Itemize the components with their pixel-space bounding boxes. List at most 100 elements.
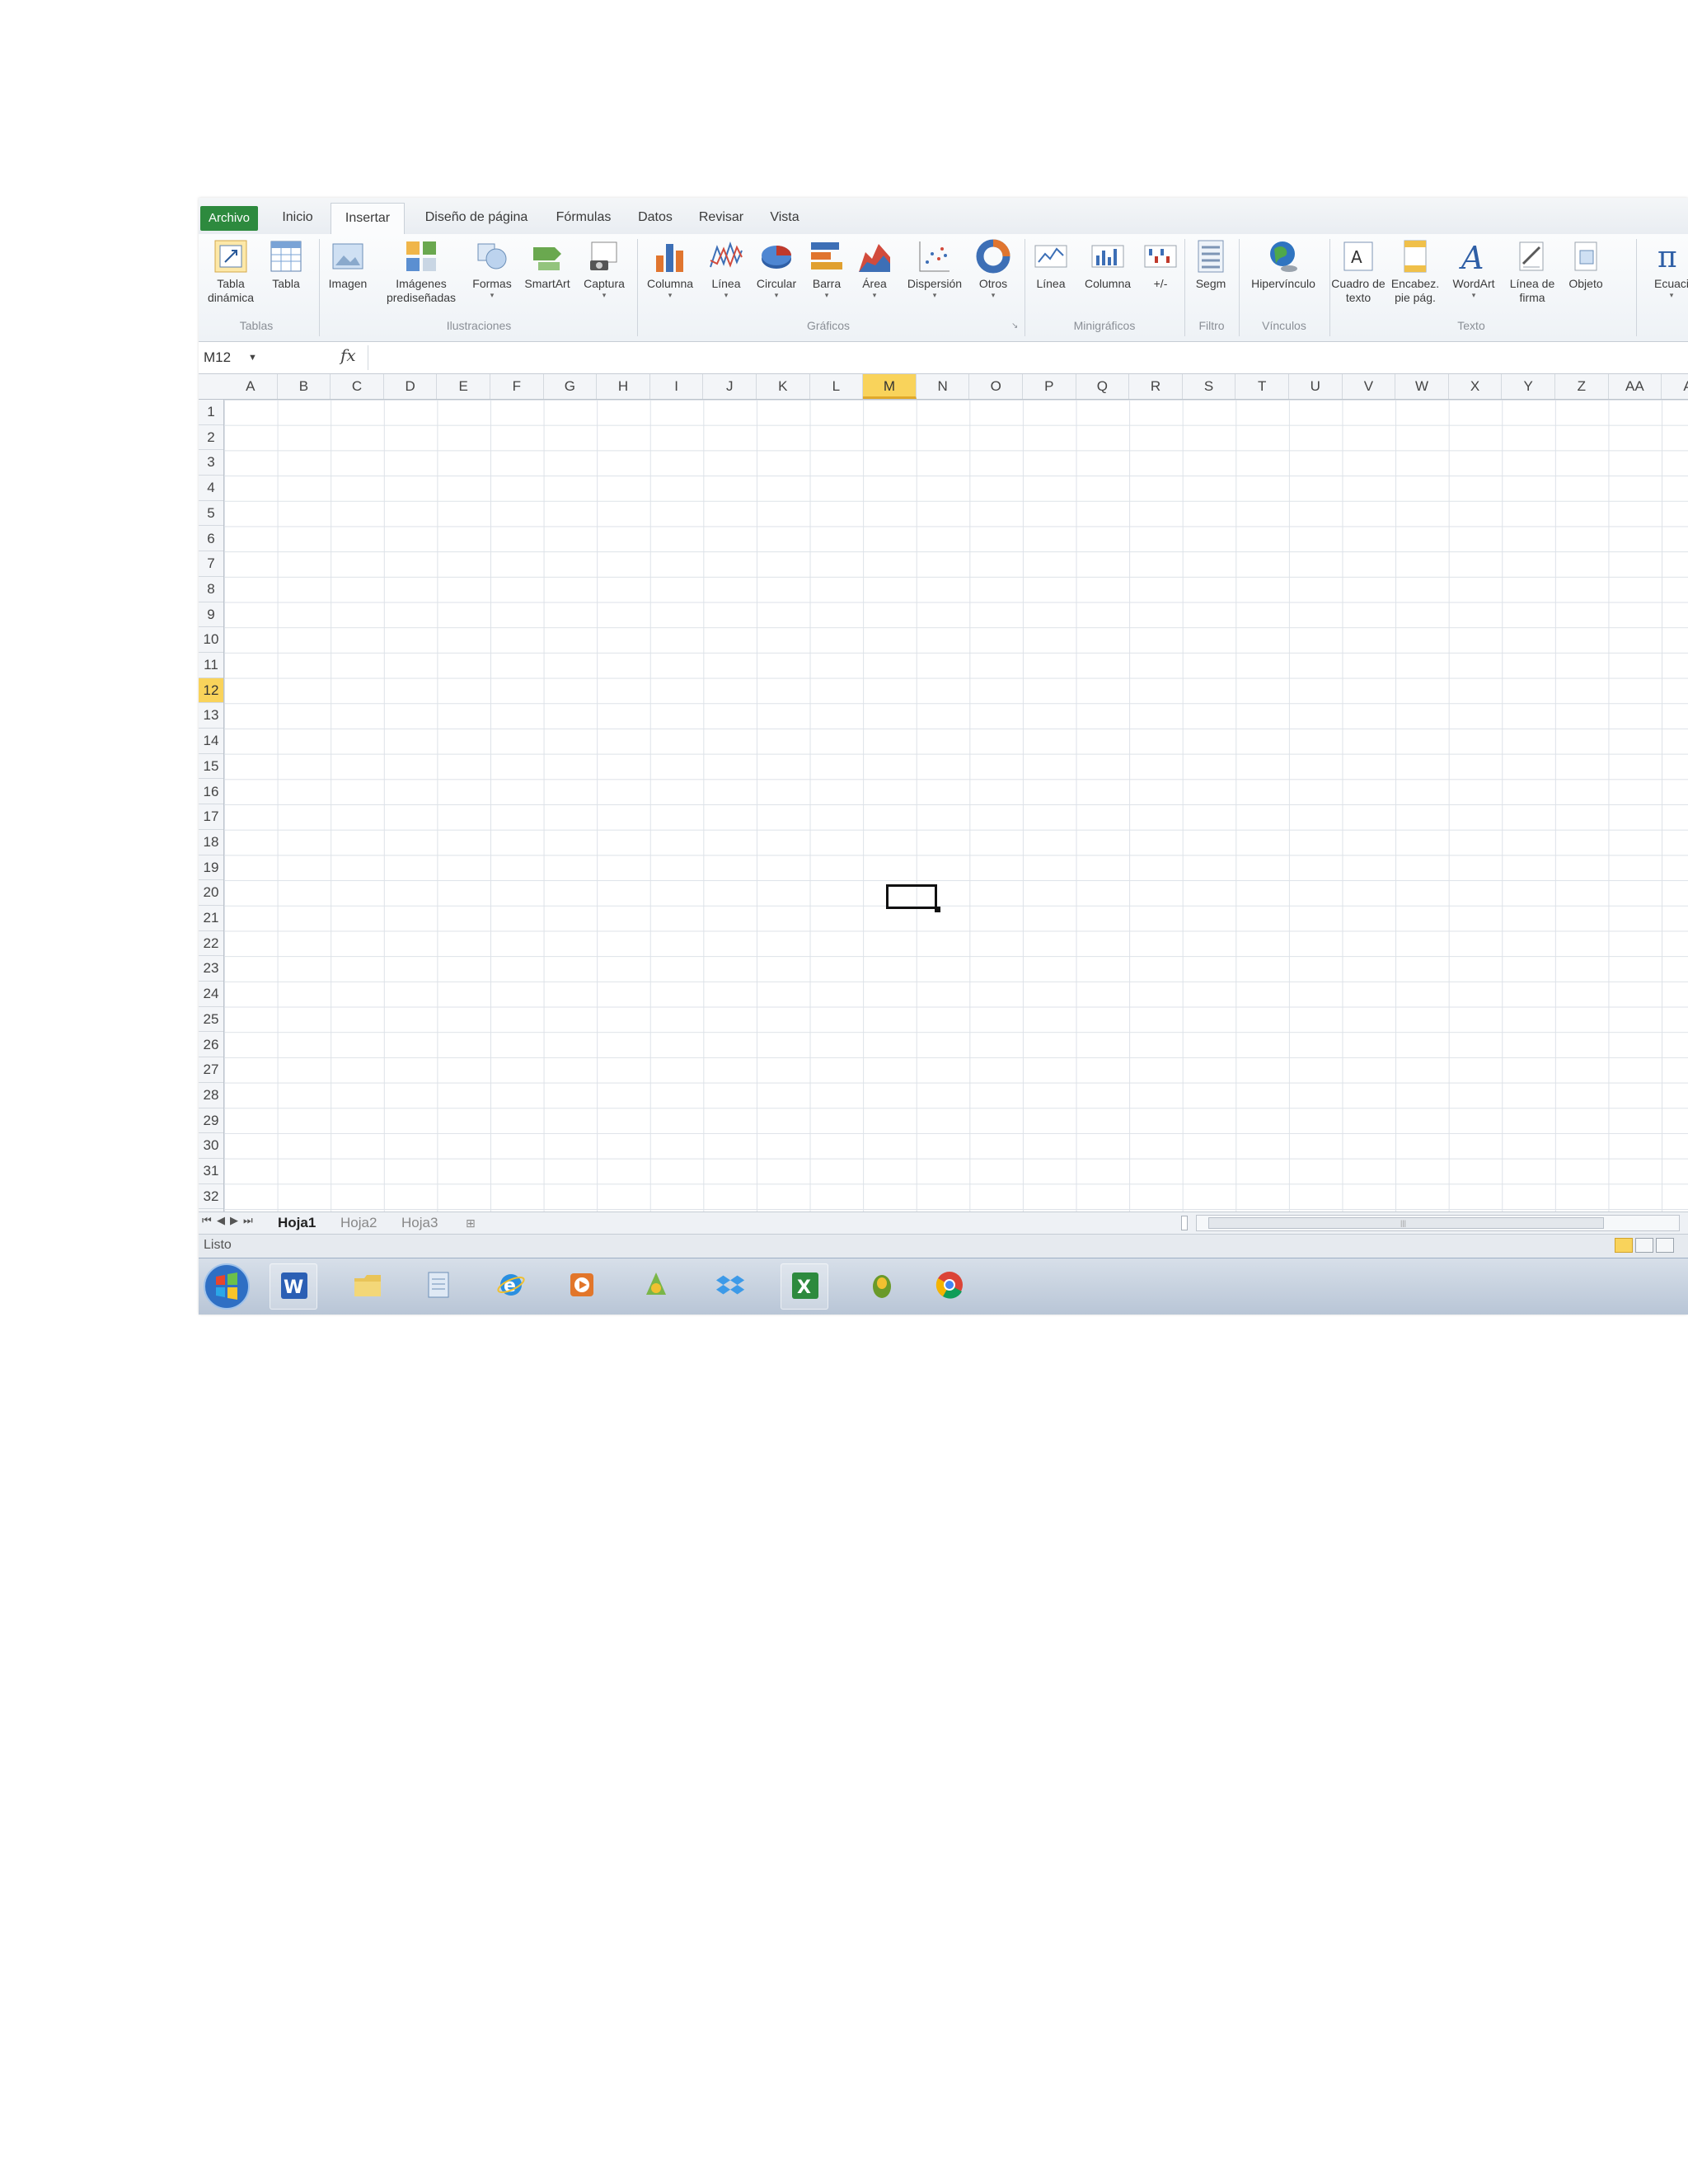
sheet-tab-hoja3[interactable]: Hoja3 — [401, 1214, 438, 1232]
tab-archivo[interactable]: Archivo — [200, 206, 258, 231]
tab-vista[interactable]: Vista — [759, 203, 810, 234]
minigrafico-linea-button[interactable]: Línea — [1026, 239, 1076, 291]
row-header-32[interactable]: 32 — [199, 1184, 223, 1210]
fill-handle[interactable] — [935, 907, 940, 912]
formula-input[interactable] — [368, 345, 1688, 370]
tab-formulas[interactable]: Fórmulas — [546, 203, 621, 234]
normal-view-button[interactable] — [1615, 1238, 1633, 1253]
objeto-button[interactable]: Objeto — [1562, 239, 1610, 291]
row-header-10[interactable]: 10 — [199, 627, 223, 653]
row-header-28[interactable]: 28 — [199, 1083, 223, 1108]
page-break-view-button[interactable] — [1656, 1238, 1674, 1253]
column-header-e[interactable]: E — [437, 374, 490, 399]
horizontal-scrollbar-thumb[interactable]: ||| — [1208, 1217, 1604, 1229]
row-header-3[interactable]: 3 — [199, 450, 223, 476]
row-header-4[interactable]: 4 — [199, 476, 223, 501]
column-header-t[interactable]: T — [1236, 374, 1289, 399]
linea-firma-button[interactable]: Línea de firma — [1503, 239, 1562, 305]
barra-chart-button[interactable]: Barra ▾ — [804, 239, 850, 299]
column-header-b[interactable]: B — [278, 374, 331, 399]
prev-sheet-icon[interactable]: ◀ — [217, 1214, 225, 1227]
row-header-16[interactable]: 16 — [199, 780, 223, 805]
dialog-launcher-icon[interactable]: ↘ — [1011, 321, 1018, 330]
row-header-17[interactable]: 17 — [199, 804, 223, 830]
column-header-c[interactable]: C — [331, 374, 384, 399]
windows-start-icon[interactable] — [202, 1262, 251, 1311]
row-header-14[interactable]: 14 — [199, 729, 223, 754]
taskbar-dropbox[interactable] — [706, 1263, 754, 1310]
first-sheet-icon[interactable]: ⏮ — [202, 1214, 212, 1227]
taskbar-app-green[interactable] — [632, 1263, 680, 1310]
column-header-r[interactable]: R — [1129, 374, 1183, 399]
column-header-o[interactable]: O — [969, 374, 1023, 399]
row-header-15[interactable]: 15 — [199, 754, 223, 780]
row-header-18[interactable]: 18 — [199, 830, 223, 855]
taskbar-media-player[interactable] — [558, 1263, 606, 1310]
taskbar-file-explorer[interactable] — [344, 1263, 392, 1310]
captura-button[interactable]: Captura ▾ — [574, 239, 634, 299]
column-header-p[interactable]: P — [1023, 374, 1076, 399]
column-header-v[interactable]: V — [1343, 374, 1396, 399]
column-header-k[interactable]: K — [757, 374, 810, 399]
minigrafico-columna-button[interactable]: Columna — [1077, 239, 1138, 291]
row-header-19[interactable]: 19 — [199, 855, 223, 881]
tabla-dinamica-button[interactable]: Tabla dinámica — [200, 239, 261, 305]
tab-revisar[interactable]: Revisar — [690, 203, 753, 234]
column-header-y[interactable]: Y — [1502, 374, 1555, 399]
smartart-button[interactable]: SmartArt — [518, 239, 576, 291]
column-header-g[interactable]: G — [544, 374, 598, 399]
taskbar-app-egg[interactable] — [858, 1263, 906, 1310]
column-header-a[interactable]: A — [1662, 374, 1688, 399]
row-header-23[interactable]: 23 — [199, 956, 223, 982]
tab-diseno-pagina[interactable]: Diseño de página — [415, 203, 538, 234]
row-header-2[interactable]: 2 — [199, 425, 223, 451]
column-header-x[interactable]: X — [1449, 374, 1503, 399]
area-chart-button[interactable]: Área ▾ — [851, 239, 898, 299]
columna-chart-button[interactable]: Columna ▾ — [639, 239, 701, 299]
column-header-w[interactable]: W — [1395, 374, 1449, 399]
column-header-m[interactable]: M — [863, 374, 917, 399]
segmentacion-button[interactable]: Segm — [1186, 239, 1236, 291]
dispersion-chart-button[interactable]: Dispersión ▾ — [899, 239, 970, 299]
row-header-22[interactable]: 22 — [199, 931, 223, 957]
row-header-9[interactable]: 9 — [199, 602, 223, 628]
page-layout-view-button[interactable] — [1635, 1238, 1653, 1253]
tab-datos[interactable]: Datos — [629, 203, 682, 234]
sheet-tab-hoja1[interactable]: Hoja1 — [278, 1214, 316, 1232]
row-header-8[interactable]: 8 — [199, 577, 223, 602]
column-header-j[interactable]: J — [703, 374, 757, 399]
last-sheet-icon[interactable]: ⏭ — [243, 1214, 253, 1227]
insert-sheet-icon[interactable]: ⊞ — [466, 1214, 476, 1232]
row-header-24[interactable]: 24 — [199, 982, 223, 1007]
column-header-d[interactable]: D — [384, 374, 438, 399]
row-header-1[interactable]: 1 — [199, 400, 223, 425]
column-header-z[interactable]: Z — [1555, 374, 1609, 399]
column-header-s[interactable]: S — [1183, 374, 1236, 399]
sheet-tab-hoja2[interactable]: Hoja2 — [340, 1214, 377, 1232]
column-header-n[interactable]: N — [917, 374, 970, 399]
taskbar-chrome[interactable] — [926, 1263, 973, 1310]
row-header-30[interactable]: 30 — [199, 1133, 223, 1159]
taskbar-notepad[interactable] — [415, 1263, 462, 1310]
imagenes-predisenadas-button[interactable]: Imágenes prediseñadas — [378, 239, 464, 305]
cuadro-texto-button[interactable]: A Cuadro de texto — [1331, 239, 1386, 305]
insert-function-icon[interactable]: fx — [340, 345, 356, 365]
row-header-5[interactable]: 5 — [199, 501, 223, 527]
column-header-a[interactable]: A — [224, 374, 278, 399]
row-header-11[interactable]: 11 — [199, 653, 223, 678]
active-cell-m12[interactable] — [886, 884, 937, 909]
row-header-7[interactable]: 7 — [199, 551, 223, 577]
column-header-u[interactable]: U — [1289, 374, 1343, 399]
linea-chart-button[interactable]: Línea ▾ — [703, 239, 749, 299]
taskbar-word[interactable]: W — [270, 1263, 317, 1310]
otros-chart-button[interactable]: Otros ▾ — [970, 239, 1016, 299]
cell-grid[interactable] — [224, 400, 1688, 1240]
taskbar-internet-explorer[interactable]: e — [487, 1263, 535, 1310]
formas-button[interactable]: Formas ▾ — [467, 239, 518, 299]
row-header-21[interactable]: 21 — [199, 906, 223, 931]
column-header-aa[interactable]: AA — [1609, 374, 1662, 399]
row-header-31[interactable]: 31 — [199, 1159, 223, 1184]
imagen-button[interactable]: Imagen — [322, 239, 373, 291]
row-header-27[interactable]: 27 — [199, 1057, 223, 1083]
horizontal-scrollbar[interactable]: ||| — [1196, 1215, 1680, 1231]
